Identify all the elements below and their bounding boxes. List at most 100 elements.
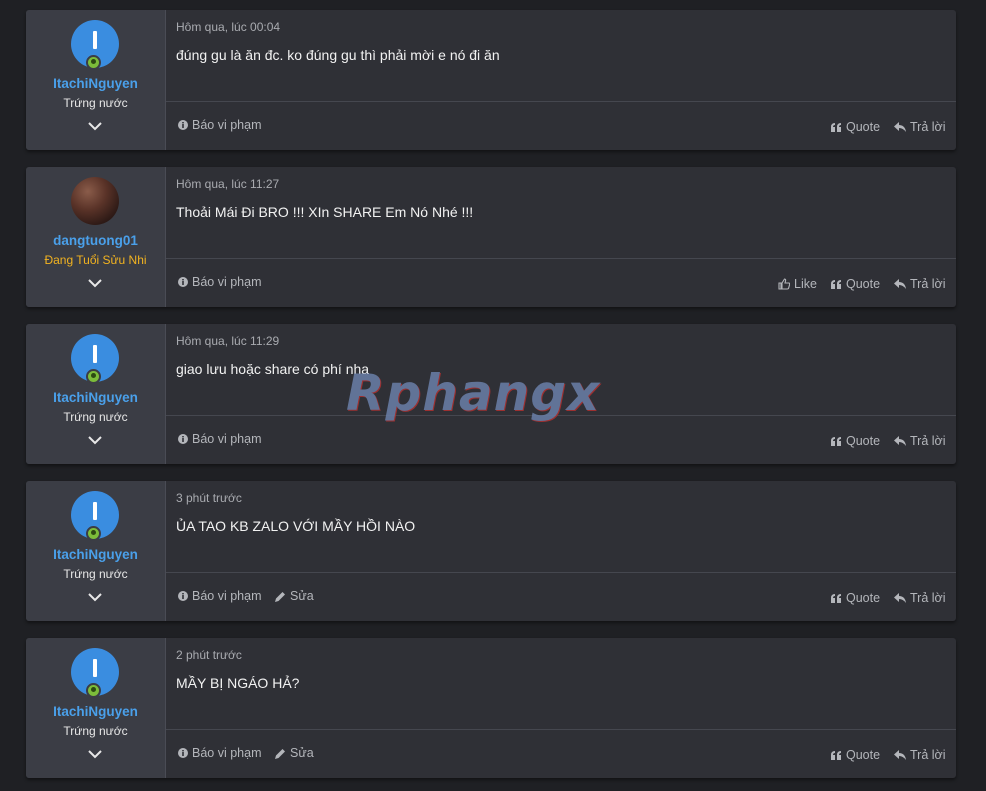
online-status-icon bbox=[86, 683, 101, 698]
post-time[interactable]: 3 phút trước bbox=[176, 491, 242, 505]
chevron-down-icon[interactable] bbox=[88, 278, 102, 288]
like-label: Like bbox=[794, 277, 817, 291]
report-label: Báo vi phạm bbox=[192, 589, 262, 603]
post-time[interactable]: Hôm qua, lúc 11:29 bbox=[176, 334, 279, 348]
user-panel: ItachiNguyen Trứng nước bbox=[26, 324, 166, 464]
edit-button[interactable]: Sửa bbox=[275, 746, 314, 760]
reply-button[interactable]: Trả lời bbox=[894, 748, 946, 762]
post-message: ỦA TAO KB ZALO VỚI MẦY HỒI NÀO bbox=[176, 518, 416, 534]
reply-button[interactable]: Trả lời bbox=[894, 277, 946, 291]
reply-icon bbox=[894, 593, 906, 603]
info-icon bbox=[178, 277, 188, 287]
quote-button[interactable]: Quote bbox=[831, 120, 880, 134]
quote-label: Quote bbox=[846, 591, 881, 605]
username[interactable]: dangtuong01 bbox=[26, 233, 165, 248]
post-message: đúng gu là ăn đc. ko đúng gu thì phải mờ… bbox=[176, 47, 500, 63]
edit-label: Sửa bbox=[290, 589, 314, 603]
reply-button[interactable]: Trả lời bbox=[894, 120, 946, 134]
divider bbox=[166, 258, 956, 259]
user-title: Đang Tuổi Sửu Nhi bbox=[44, 253, 147, 267]
quote-icon bbox=[831, 279, 841, 289]
report-label: Báo vi phạm bbox=[192, 746, 262, 760]
post-content: Hôm qua, lúc 00:04 đúng gu là ăn đc. ko … bbox=[166, 10, 956, 150]
quote-button[interactable]: Quote bbox=[831, 591, 880, 605]
quote-label: Quote bbox=[846, 748, 881, 762]
quote-label: Quote bbox=[846, 277, 881, 291]
reply-icon bbox=[894, 436, 906, 446]
user-panel: ItachiNguyen Trứng nước bbox=[26, 481, 166, 621]
report-label: Báo vi phạm bbox=[192, 432, 262, 446]
user-title: Trứng nước bbox=[63, 567, 128, 581]
report-label: Báo vi phạm bbox=[192, 118, 262, 132]
chevron-down-icon[interactable] bbox=[88, 435, 102, 445]
user-panel: ItachiNguyen Trứng nước bbox=[26, 638, 166, 778]
reply-label: Trả lời bbox=[910, 591, 946, 605]
report-button[interactable]: Báo vi phạm bbox=[178, 746, 261, 760]
info-icon bbox=[178, 591, 188, 601]
reply-label: Trả lời bbox=[910, 120, 946, 134]
quote-button[interactable]: Quote bbox=[831, 748, 880, 762]
post-message: Thoải Mái Đi BRO !!! XIn SHARE Em Nó Nhé… bbox=[176, 204, 474, 220]
edit-button[interactable]: Sửa bbox=[275, 589, 314, 603]
chevron-down-icon[interactable] bbox=[88, 592, 102, 602]
online-status-icon bbox=[86, 526, 101, 541]
reply-button[interactable]: Trả lời bbox=[894, 591, 946, 605]
user-panel: dangtuong01 Đang Tuổi Sửu Nhi bbox=[26, 167, 166, 307]
user-panel: ItachiNguyen Trứng nước bbox=[26, 10, 166, 150]
quote-icon bbox=[831, 122, 841, 132]
post: ItachiNguyen Trứng nước Hôm qua, lúc 00:… bbox=[26, 10, 956, 150]
post-message: giao lưu hoặc share có phí nha bbox=[176, 361, 370, 377]
post-time[interactable]: Hôm qua, lúc 11:27 bbox=[176, 177, 279, 191]
quote-icon bbox=[831, 750, 841, 760]
post: dangtuong01 Đang Tuổi Sửu Nhi Hôm qua, l… bbox=[26, 167, 956, 307]
chevron-down-icon[interactable] bbox=[88, 121, 102, 131]
edit-label: Sửa bbox=[290, 746, 314, 760]
username[interactable]: ItachiNguyen bbox=[26, 547, 165, 562]
info-icon bbox=[178, 748, 188, 758]
quote-icon bbox=[831, 593, 841, 603]
watermark-logo: Rphangx bbox=[346, 364, 601, 422]
quote-icon bbox=[831, 436, 841, 446]
quote-button[interactable]: Quote bbox=[831, 434, 880, 448]
pencil-icon bbox=[275, 591, 285, 602]
report-button[interactable]: Báo vi phạm bbox=[178, 432, 261, 446]
post: ItachiNguyen Trứng nước 2 phút trước MẦY… bbox=[26, 638, 956, 778]
divider bbox=[166, 729, 956, 730]
reply-icon bbox=[894, 122, 906, 132]
reply-label: Trả lời bbox=[910, 277, 946, 291]
report-button[interactable]: Báo vi phạm bbox=[178, 118, 261, 132]
post-time[interactable]: 2 phút trước bbox=[176, 648, 242, 662]
reply-button[interactable]: Trả lời bbox=[894, 434, 946, 448]
quote-label: Quote bbox=[846, 120, 881, 134]
user-title: Trứng nước bbox=[63, 410, 128, 424]
post-message: MẦY BỊ NGÁO HẢ? bbox=[176, 675, 300, 691]
reply-label: Trả lời bbox=[910, 434, 946, 448]
reply-icon bbox=[894, 279, 906, 289]
report-button[interactable]: Báo vi phạm bbox=[178, 275, 261, 289]
post-time[interactable]: Hôm qua, lúc 00:04 bbox=[176, 20, 280, 34]
report-button[interactable]: Báo vi phạm bbox=[178, 589, 261, 603]
divider bbox=[166, 572, 956, 573]
report-label: Báo vi phạm bbox=[192, 275, 262, 289]
user-title: Trứng nước bbox=[63, 96, 128, 110]
user-title: Trứng nước bbox=[63, 724, 128, 738]
post-content: 2 phút trước MẦY BỊ NGÁO HẢ? Báo vi phạm… bbox=[166, 638, 956, 778]
thumbs-up-icon bbox=[778, 278, 790, 290]
username[interactable]: ItachiNguyen bbox=[26, 390, 165, 405]
info-icon bbox=[178, 434, 188, 444]
divider bbox=[166, 101, 956, 102]
quote-button[interactable]: Quote bbox=[831, 277, 880, 291]
online-status-icon bbox=[86, 369, 101, 384]
post-content: Hôm qua, lúc 11:27 Thoải Mái Đi BRO !!! … bbox=[166, 167, 956, 307]
post-content: 3 phút trước ỦA TAO KB ZALO VỚI MẦY HỒI … bbox=[166, 481, 956, 621]
quote-label: Quote bbox=[846, 434, 881, 448]
username[interactable]: ItachiNguyen bbox=[26, 704, 165, 719]
post: ItachiNguyen Trứng nước 3 phút trước ỦA … bbox=[26, 481, 956, 621]
pencil-icon bbox=[275, 748, 285, 759]
chevron-down-icon[interactable] bbox=[88, 749, 102, 759]
avatar[interactable] bbox=[71, 177, 119, 225]
username[interactable]: ItachiNguyen bbox=[26, 76, 165, 91]
reply-icon bbox=[894, 750, 906, 760]
reply-label: Trả lời bbox=[910, 748, 946, 762]
like-button[interactable]: Like bbox=[778, 277, 817, 291]
